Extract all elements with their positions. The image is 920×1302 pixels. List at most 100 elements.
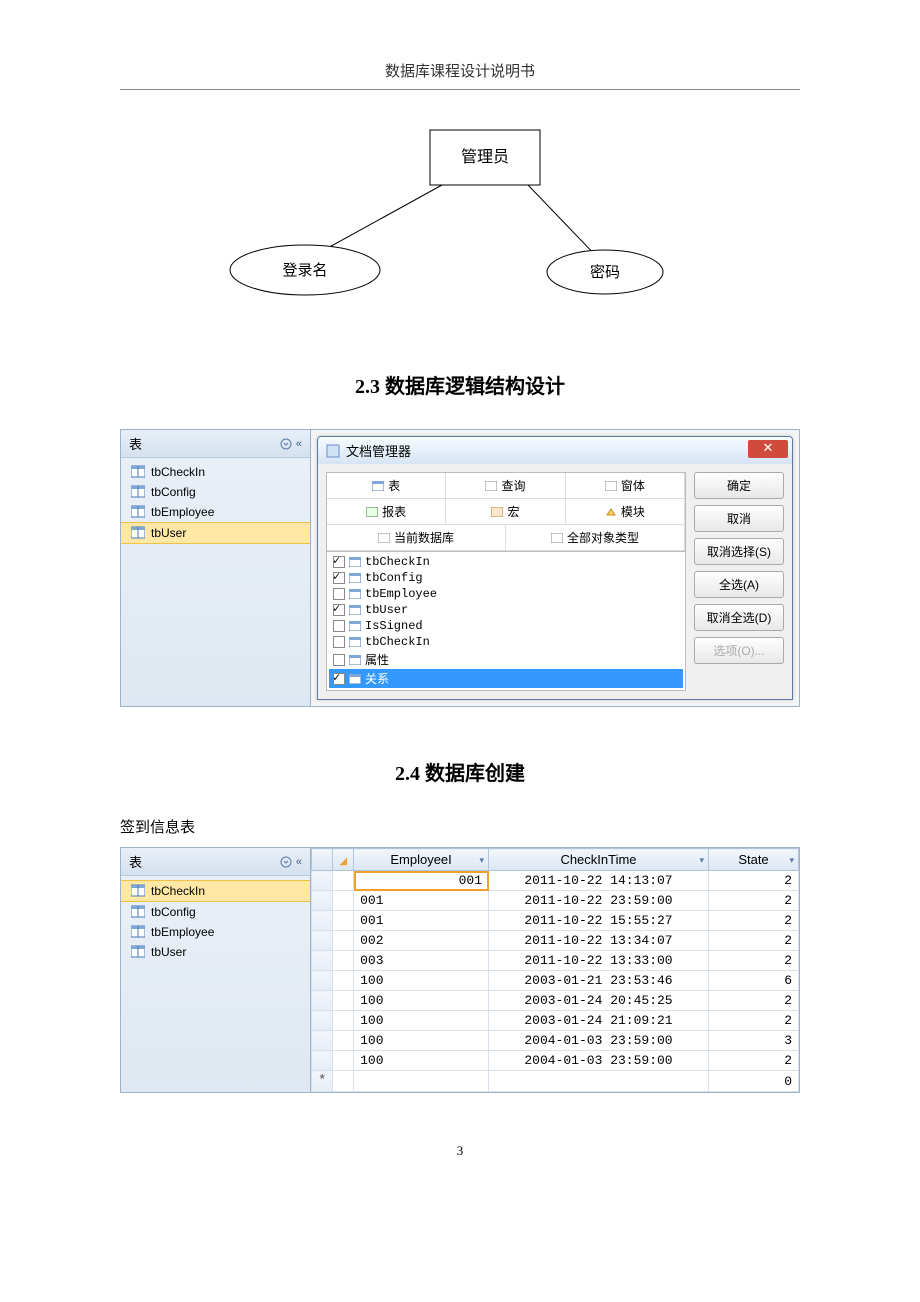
close-button[interactable]: ✕ xyxy=(748,440,788,458)
list-item[interactable]: IsSigned xyxy=(329,618,683,634)
cell-state[interactable]: 2 xyxy=(709,931,799,951)
tab-tables[interactable]: 表 xyxy=(327,473,446,499)
cell-emp[interactable]: 002 xyxy=(354,931,489,951)
tab-queries[interactable]: 查询 xyxy=(446,473,565,499)
cell-time[interactable]: 2003-01-21 23:53:46 xyxy=(489,971,709,991)
tab-macros[interactable]: 宏 xyxy=(446,499,565,525)
cell-state[interactable]: 2 xyxy=(709,871,799,891)
table-row[interactable]: 1002003-01-24 20:45:252 xyxy=(312,991,799,1011)
cell-state[interactable]: 2 xyxy=(709,1011,799,1031)
col-checkintime[interactable]: CheckInTime▾ xyxy=(489,849,709,871)
row-selector[interactable] xyxy=(312,951,333,971)
list-item[interactable]: tbCheckIn xyxy=(329,554,683,570)
cell-state[interactable]: 2 xyxy=(709,891,799,911)
table-row[interactable]: 1002003-01-21 23:53:466 xyxy=(312,971,799,991)
table-icon xyxy=(131,925,145,939)
row-selector[interactable] xyxy=(312,1051,333,1071)
nav-item-tbconfig[interactable]: tbConfig xyxy=(121,902,310,922)
row-selector[interactable] xyxy=(312,871,333,891)
checkbox-icon[interactable] xyxy=(333,604,345,616)
nav-collapse-icon[interactable]: « xyxy=(280,438,302,450)
row-selector[interactable] xyxy=(312,1031,333,1051)
deselect-button[interactable]: 取消选择(S) xyxy=(694,538,784,565)
checkbox-icon[interactable] xyxy=(333,588,345,600)
cell-time[interactable]: 2011-10-22 13:33:00 xyxy=(489,951,709,971)
tab-currentdb[interactable]: 当前数据库 xyxy=(327,525,506,551)
checkbox-icon[interactable] xyxy=(333,620,345,632)
list-item[interactable]: tbCheckIn xyxy=(329,634,683,650)
nav-item-tbuser[interactable]: tbUser xyxy=(121,522,310,544)
cell-emp[interactable]: 100 xyxy=(354,971,489,991)
table-row[interactable]: 0012011-10-22 14:13:072 xyxy=(312,871,799,891)
object-icon xyxy=(349,637,361,647)
cell-time[interactable]: 2011-10-22 14:13:07 xyxy=(489,871,709,891)
cell-state[interactable]: 2 xyxy=(709,911,799,931)
ok-button[interactable]: 确定 xyxy=(694,472,784,499)
cell-state[interactable]: 2 xyxy=(709,1051,799,1071)
table-row[interactable]: 0032011-10-22 13:33:002 xyxy=(312,951,799,971)
list-item[interactable]: 关系 xyxy=(329,669,683,688)
tab-forms[interactable]: 窗体 xyxy=(566,473,685,499)
row-selector-header[interactable] xyxy=(312,849,333,871)
new-row[interactable]: *0 xyxy=(312,1071,799,1092)
nav-item-tbemployee[interactable]: tbEmployee xyxy=(121,922,310,942)
row-selector[interactable] xyxy=(312,1011,333,1031)
col-employeeid[interactable]: EmployeeI▾ xyxy=(354,849,489,871)
checkbox-icon[interactable] xyxy=(333,572,345,584)
checkbox-icon[interactable] xyxy=(333,556,345,568)
cell-time[interactable]: 2004-01-03 23:59:00 xyxy=(489,1051,709,1071)
cell-time[interactable]: 2011-10-22 13:34:07 xyxy=(489,931,709,951)
table-row[interactable]: 0012011-10-22 15:55:272 xyxy=(312,911,799,931)
table-row[interactable]: 0012011-10-22 23:59:002 xyxy=(312,891,799,911)
cell-time[interactable]: 2003-01-24 20:45:25 xyxy=(489,991,709,1011)
selectall-button[interactable]: 全选(A) xyxy=(694,571,784,598)
cell-emp[interactable]: 001 xyxy=(354,871,489,891)
list-item[interactable]: tbEmployee xyxy=(329,586,683,602)
cell-emp[interactable]: 100 xyxy=(354,1051,489,1071)
row-selector[interactable] xyxy=(312,971,333,991)
nav-item-tbcheckin[interactable]: tbCheckIn xyxy=(121,880,310,902)
cell-state[interactable]: 6 xyxy=(709,971,799,991)
table-row[interactable]: 0022011-10-22 13:34:072 xyxy=(312,931,799,951)
dialog-icon xyxy=(326,444,340,458)
cell-emp[interactable]: 100 xyxy=(354,1031,489,1051)
row-selector[interactable] xyxy=(312,931,333,951)
list-item[interactable]: tbConfig xyxy=(329,570,683,586)
tab-modules[interactable]: 模块 xyxy=(566,499,685,525)
cell-emp[interactable]: 001 xyxy=(354,911,489,931)
row-selector[interactable] xyxy=(312,911,333,931)
checkin-datasheet[interactable]: ◢ EmployeeI▾ CheckInTime▾ State▾ 0012011… xyxy=(311,848,799,1092)
cancel-button[interactable]: 取消 xyxy=(694,505,784,532)
row-selector[interactable] xyxy=(312,891,333,911)
cell-time[interactable]: 2011-10-22 15:55:27 xyxy=(489,911,709,931)
cell-emp[interactable]: 001 xyxy=(354,891,489,911)
nav-collapse-icon[interactable]: « xyxy=(280,856,302,868)
cell-emp[interactable]: 100 xyxy=(354,1011,489,1031)
cell-time[interactable]: 2004-01-03 23:59:00 xyxy=(489,1031,709,1051)
nav-item-tbconfig[interactable]: tbConfig xyxy=(121,482,310,502)
deselectall-button[interactable]: 取消全选(D) xyxy=(694,604,784,631)
cell-time[interactable]: 2011-10-22 23:59:00 xyxy=(489,891,709,911)
nav-item-tbemployee[interactable]: tbEmployee xyxy=(121,502,310,522)
cell-emp[interactable]: 100 xyxy=(354,991,489,1011)
table-row[interactable]: 1002003-01-24 21:09:212 xyxy=(312,1011,799,1031)
tab-allobjects[interactable]: 全部对象类型 xyxy=(506,525,685,551)
row-selector[interactable] xyxy=(312,991,333,1011)
options-button[interactable]: 选项(O)... xyxy=(694,637,784,664)
cell-time[interactable]: 2003-01-24 21:09:21 xyxy=(489,1011,709,1031)
list-item[interactable]: 属性 xyxy=(329,650,683,669)
nav-item-tbcheckin[interactable]: tbCheckIn xyxy=(121,462,310,482)
checkbox-icon[interactable] xyxy=(333,654,345,666)
checkbox-icon[interactable] xyxy=(333,636,345,648)
table-row[interactable]: 1002004-01-03 23:59:002 xyxy=(312,1051,799,1071)
checkbox-icon[interactable] xyxy=(333,673,345,685)
tab-reports[interactable]: 报表 xyxy=(327,499,446,525)
table-row[interactable]: 1002004-01-03 23:59:003 xyxy=(312,1031,799,1051)
cell-state[interactable]: 2 xyxy=(709,951,799,971)
cell-emp[interactable]: 003 xyxy=(354,951,489,971)
nav-item-tbuser[interactable]: tbUser xyxy=(121,942,310,962)
cell-state[interactable]: 2 xyxy=(709,991,799,1011)
cell-state[interactable]: 3 xyxy=(709,1031,799,1051)
list-item[interactable]: tbUser xyxy=(329,602,683,618)
col-state[interactable]: State▾ xyxy=(709,849,799,871)
